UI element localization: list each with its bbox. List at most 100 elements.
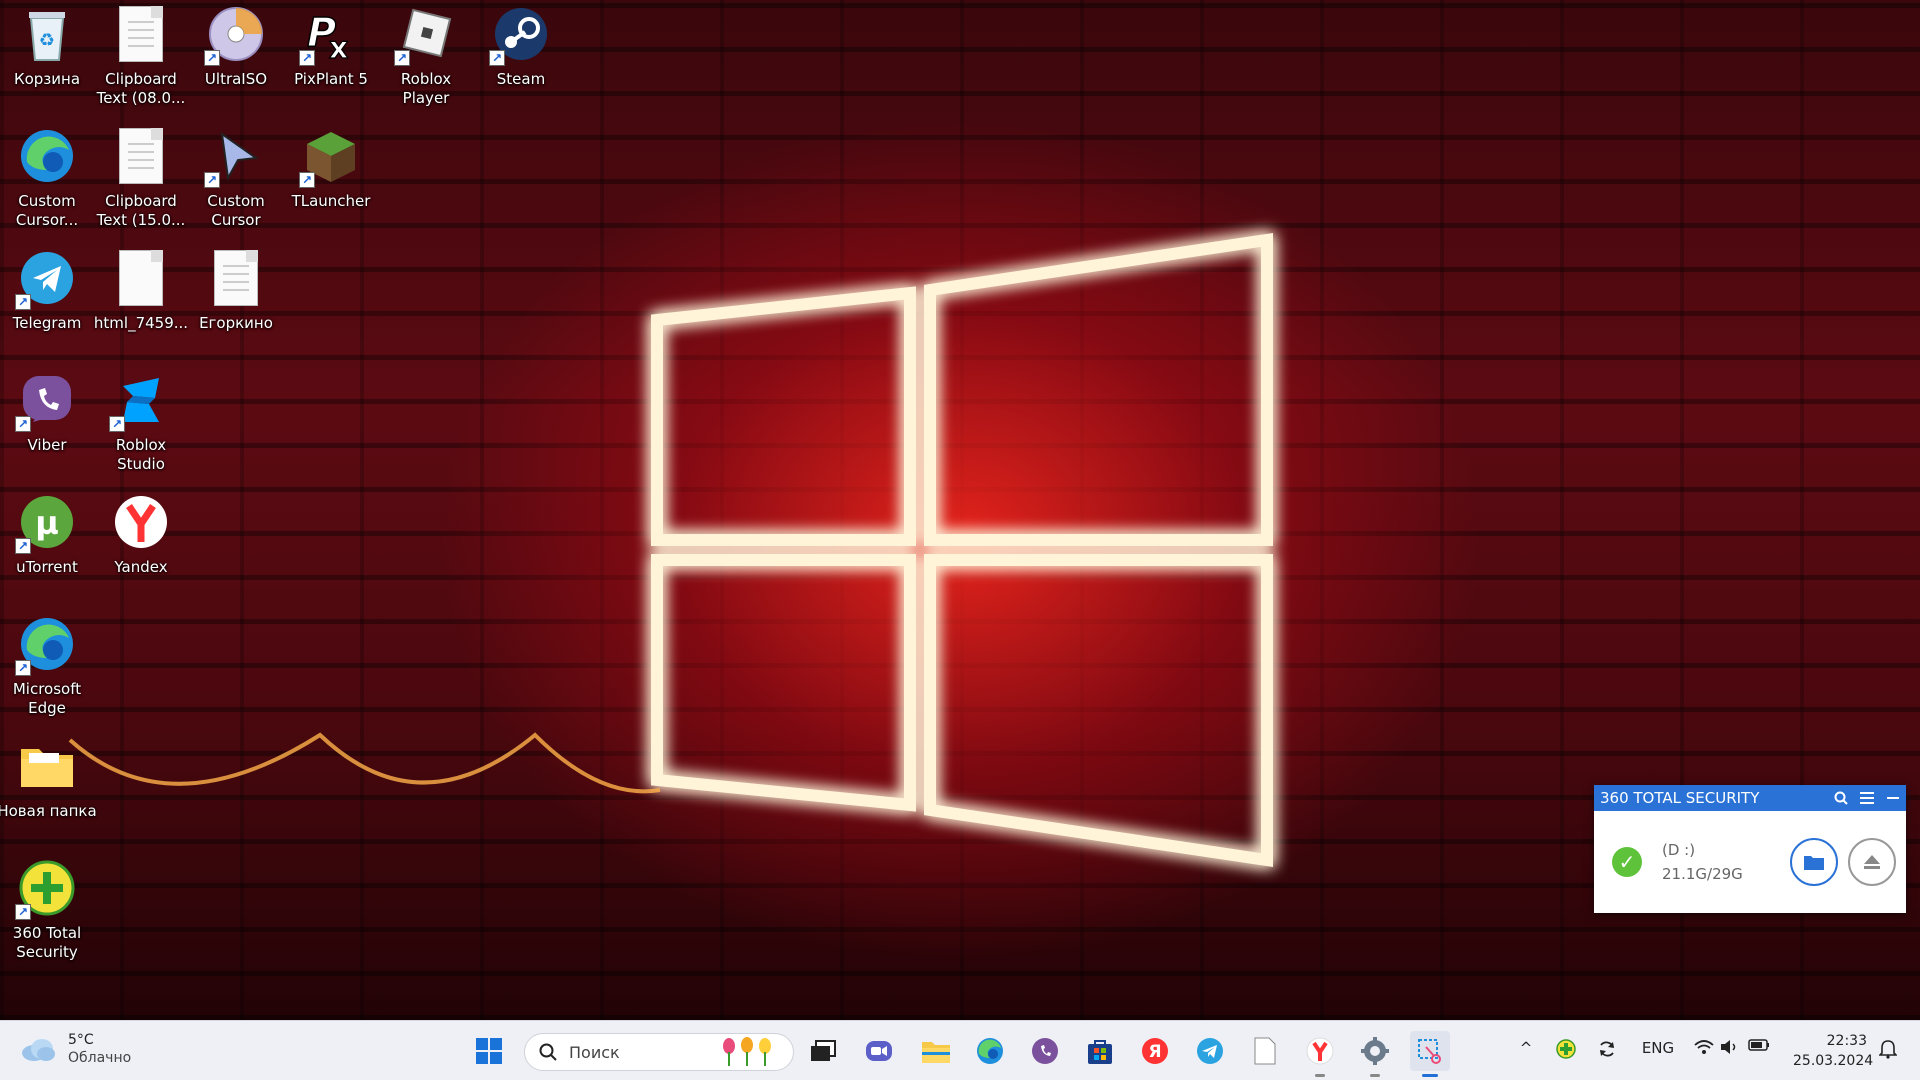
minimize-icon[interactable] [1880,785,1906,811]
taskbar-search[interactable] [524,1033,794,1071]
360-security-icon [1556,1039,1576,1059]
microsoft-store-icon [1088,1040,1112,1064]
desktop-icon-roblox-player[interactable]: ↗ Roblox Player [379,4,473,114]
desktop-icon-recycle-bin[interactable]: ♻ Корзина [0,4,94,114]
tray-battery[interactable] [1746,1039,1772,1051]
gear-icon [1361,1037,1389,1065]
video-chat-icon [866,1041,892,1061]
taskbar-app-yandex[interactable]: Я [1135,1031,1175,1071]
blank-file-icon [1254,1037,1276,1065]
tulips-icon [723,1037,771,1066]
edge-icon [977,1038,1003,1064]
open-folder-button[interactable] [1790,838,1838,886]
taskbar-app-settings[interactable] [1355,1031,1395,1077]
taskbar-app-notepad[interactable] [1245,1031,1285,1071]
desktop-icon-egorkino[interactable]: Егоркино [189,248,283,358]
weather-widget[interactable]: 5°C Облачно [20,1031,131,1067]
folder-icon [922,1042,950,1063]
chevron-up-icon: ^ [1519,1039,1533,1057]
desktop-icon-clipboard-text-1[interactable]: Clipboard Text (08.0... [94,4,188,114]
desktop-icon-yandex[interactable]: Yandex [94,492,188,602]
taskbar-app-snipping-tool[interactable] [1410,1031,1450,1077]
taskbar-app-yandex-browser[interactable] [1300,1031,1340,1077]
svg-text:♻: ♻ [39,30,55,51]
search-input[interactable] [569,1042,719,1062]
roblox-studio-icon: ↗ [109,370,171,432]
taskbar-app-store[interactable] [1080,1031,1120,1071]
eject-button[interactable] [1848,838,1896,886]
search-icon [539,1043,557,1061]
drive-label: (D :) [1662,841,1696,859]
desktop-icon-custom-cursor[interactable]: ↗ Custom Cursor [189,126,283,236]
running-indicator [1370,1074,1380,1077]
weather-condition: Облачно [68,1050,132,1066]
desktop-icon-html-file[interactable]: html_7459... [94,248,188,358]
shortcut-arrow-icon: ↗ [109,416,125,432]
telegram-icon [1197,1038,1223,1064]
shortcut-arrow-icon: ↗ [15,416,31,432]
text-file-icon [206,248,266,308]
task-view-button[interactable] [803,1031,843,1071]
roblox-icon: ↗ [394,4,456,66]
taskbar-app-file-explorer[interactable] [916,1031,956,1071]
clock-time: 22:33 [1826,1033,1867,1049]
desktop-icon-custom-cursor-edge[interactable]: Custom Cursor... [0,126,94,236]
steam-icon: ↗ [489,4,551,66]
desktop-icon-ultraiso[interactable]: ↗ UltraISO [189,4,283,114]
desktop-icon-new-folder[interactable]: Новая папка [0,736,97,846]
shortcut-arrow-icon: ↗ [15,538,31,554]
recycle-bin-icon: ♻ [17,4,77,64]
text-file-icon [111,126,171,186]
widget-title: 360 TOTAL SECURITY [1600,789,1760,807]
show-hidden-icons-button[interactable]: ^ [1516,1039,1536,1057]
svg-text:Я: Я [1148,1042,1161,1062]
search-icon[interactable] [1828,785,1854,811]
clock[interactable]: 22:33 25.03.2024 [1793,1031,1874,1071]
taskbar-app-edge[interactable] [970,1031,1010,1071]
tray-sync[interactable] [1596,1039,1618,1059]
drive-usage: 21.1G/29G [1662,865,1743,883]
desktop-icon-tlauncher[interactable]: ↗ TLauncher [284,126,378,236]
yandex-icon [111,492,171,552]
desktop-icon-roblox-studio[interactable]: ↗ Roblox Studio [94,370,188,480]
tray-wifi[interactable] [1692,1039,1716,1055]
yandex-browser-icon: Я [1142,1038,1168,1064]
shortcut-arrow-icon: ↗ [15,294,31,310]
cursor-icon: ↗ [204,126,266,188]
pixplant-icon: Px ↗ [299,4,361,66]
notifications-button[interactable] [1876,1039,1900,1059]
viber-icon [1032,1038,1058,1064]
desktop-icon-steam[interactable]: ↗ Steam [474,4,568,114]
taskbar-app-telegram[interactable] [1190,1031,1230,1071]
start-button[interactable] [469,1031,509,1071]
desktop-icon-telegram[interactable]: ↗ Telegram [0,248,94,358]
wifi-icon [1694,1040,1714,1054]
shortcut-arrow-icon: ↗ [15,660,31,676]
taskbar-app-viber[interactable] [1025,1031,1065,1071]
widget-header: 360 TOTAL SECURITY [1594,785,1906,811]
menu-icon[interactable] [1854,785,1880,811]
tray-360-security[interactable] [1556,1039,1576,1059]
language-indicator[interactable]: ENG [1638,1039,1678,1057]
drive-info: (D :) 21.1G/29G [1662,838,1780,886]
svg-text:µ: µ [35,504,59,542]
desktop-icon-clipboard-text-2[interactable]: Clipboard Text (15.0... [94,126,188,236]
telegram-icon: ↗ [15,248,77,310]
tray-volume[interactable] [1718,1039,1742,1055]
grass-block-icon: ↗ [299,126,361,188]
taskbar: 5°C Облачно Я [0,1020,1920,1080]
folder-icon [17,736,77,796]
desktop-icon-microsoft-edge[interactable]: ↗ Microsoft Edge [0,614,94,724]
desktop-icon-utorrent[interactable]: µ ↗ uTorrent [0,492,94,602]
desktop-icon-pixplant[interactable]: Px ↗ PixPlant 5 [284,4,378,114]
bell-icon [1879,1040,1897,1059]
yandex-icon [1306,1037,1334,1065]
ultraiso-icon: ↗ [204,4,266,66]
clock-date: 25.03.2024 [1793,1053,1874,1069]
running-indicator [1422,1074,1438,1077]
shortcut-arrow-icon: ↗ [489,50,505,66]
desktop-icon-viber[interactable]: ↗ Viber [0,370,94,480]
edge-icon: ↗ [15,614,77,676]
desktop-icon-360-total-security[interactable]: ↗ 360 Total Security [0,858,94,968]
taskbar-app-meet[interactable] [859,1031,899,1071]
